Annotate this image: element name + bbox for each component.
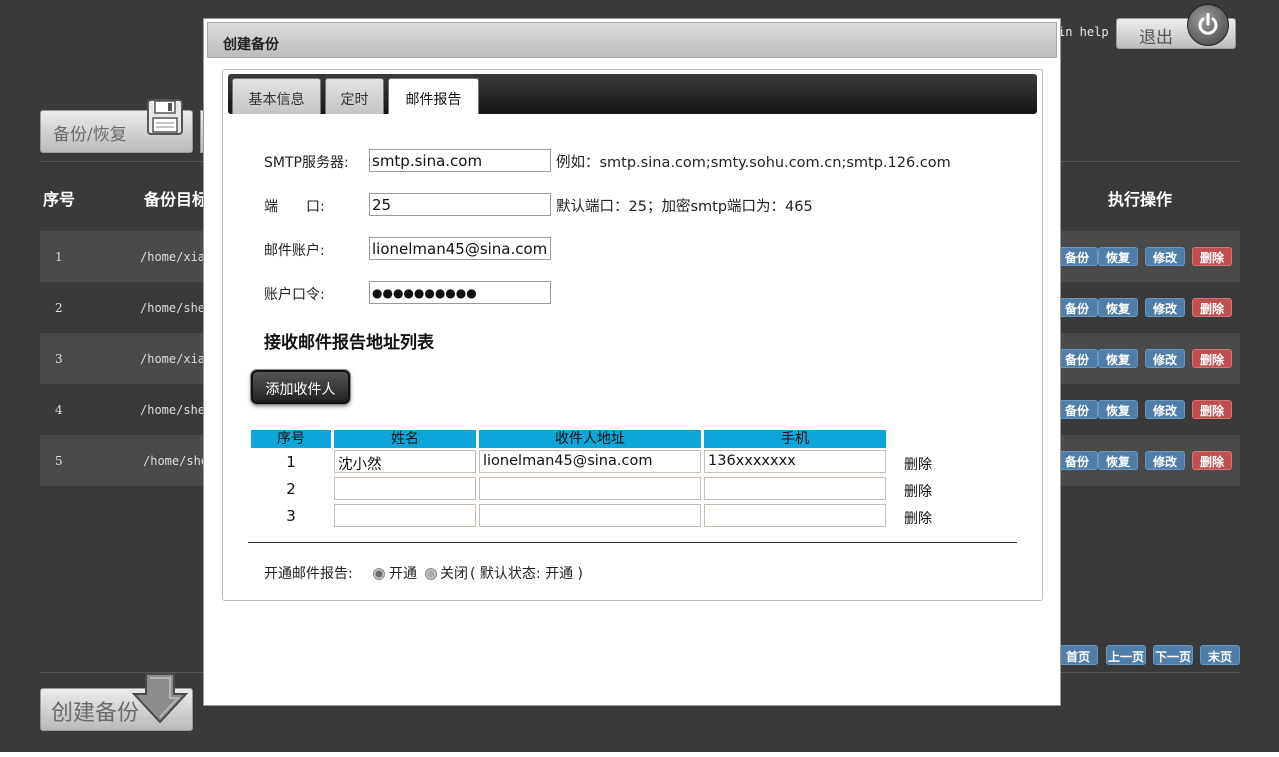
restore-action-button[interactable]: 恢复 (1098, 451, 1138, 470)
recipient-row-index: 1 (286, 453, 296, 471)
edit-action-button[interactable]: 修改 (1145, 400, 1185, 419)
enable-report-off-radio[interactable] (425, 568, 437, 580)
backup-action-button[interactable]: 备份 (1056, 298, 1098, 317)
port-hint: 默认端口：25；加密smtp端口为：465 (556, 199, 813, 215)
down-arrow-icon (130, 672, 190, 724)
edit-action-button[interactable]: 修改 (1145, 451, 1185, 470)
recipient-phone-input[interactable]: 136xxxxxxx (704, 450, 886, 473)
add-recipient-button[interactable]: 添加收件人 (251, 370, 350, 404)
dialog-header[interactable]: 创建备份 (207, 22, 1057, 58)
delete-action-button[interactable]: 删除 (1192, 349, 1232, 368)
power-icon[interactable] (1187, 4, 1229, 46)
backup-action-button[interactable]: 备份 (1056, 400, 1098, 419)
restore-action-button[interactable]: 恢复 (1098, 247, 1138, 266)
floppy-disk-icon (147, 99, 183, 135)
recipient-name-input[interactable] (334, 504, 476, 527)
recipient-name-input[interactable]: 沈小然 (334, 450, 476, 473)
default-state-note: ( 默认状态: 开通 ) (470, 566, 583, 582)
dialog-title: 创建备份 (223, 37, 279, 53)
password-label: 账户口令: (264, 287, 325, 303)
recipient-delete-link[interactable]: 删除 (904, 481, 932, 501)
recipient-delete-link[interactable]: 删除 (904, 508, 932, 528)
row-index: 2 (55, 301, 63, 315)
recipients-header-index: 序号 (251, 430, 331, 448)
backup-action-button[interactable]: 备份 (1056, 451, 1098, 470)
recipients-header-phone: 手机 (704, 430, 886, 448)
recipient-row-index: 3 (286, 507, 296, 525)
create-backup-dialog: 创建备份 基本信息 定时 邮件报告 SMTP服务器: smtp.sina.com… (203, 18, 1061, 706)
column-header-actions: 执行操作 (1108, 190, 1173, 209)
delete-action-button[interactable]: 删除 (1192, 400, 1232, 419)
recipient-address-input[interactable] (479, 504, 701, 527)
smtp-label: SMTP服务器: (264, 155, 349, 171)
enable-report-off-label[interactable]: 关闭 (440, 563, 468, 583)
row-path: /home/she (143, 454, 209, 468)
row-index: 1 (55, 250, 63, 264)
delete-action-button[interactable]: 删除 (1192, 298, 1232, 317)
last-page-button[interactable]: 末页 (1200, 645, 1240, 665)
smtp-server-input[interactable]: smtp.sina.com (369, 149, 551, 172)
enable-report-label: 开通邮件报告: (264, 566, 353, 582)
email-account-input[interactable]: lionelman45@sina.com (369, 237, 551, 260)
row-path: /home/she (140, 301, 206, 315)
recipient-phone-input[interactable] (704, 504, 886, 527)
prev-page-button[interactable]: 上一页 (1106, 645, 1146, 665)
restore-action-button[interactable]: 恢复 (1098, 400, 1138, 419)
section-divider (248, 542, 1017, 543)
row-path: /home/xia (140, 352, 206, 366)
row-path: /home/she (140, 403, 206, 417)
password-input[interactable]: ●●●●●●●●●● (369, 281, 551, 304)
delete-action-button[interactable]: 删除 (1192, 451, 1232, 470)
port-label: 端 口: (264, 199, 325, 215)
recipient-delete-link[interactable]: 删除 (904, 454, 932, 474)
recipient-phone-input[interactable] (704, 477, 886, 500)
recipient-row-index: 2 (286, 480, 296, 498)
help-link[interactable]: in help (1058, 25, 1109, 39)
recipient-name-input[interactable] (334, 477, 476, 500)
recipients-header-address: 收件人地址 (479, 430, 701, 448)
tab-schedule[interactable]: 定时 (325, 78, 384, 114)
first-page-button[interactable]: 首页 (1058, 645, 1098, 665)
dialog-panel: 基本信息 定时 邮件报告 SMTP服务器: smtp.sina.com 例如：s… (222, 69, 1043, 601)
row-index: 5 (55, 454, 63, 468)
tab-bar: 基本信息 定时 邮件报告 (228, 74, 1037, 114)
enable-report-on-radio[interactable] (373, 568, 385, 580)
recipient-address-input[interactable] (479, 477, 701, 500)
tab-basic-info[interactable]: 基本信息 (232, 78, 321, 114)
edit-action-button[interactable]: 修改 (1145, 298, 1185, 317)
restore-action-button[interactable]: 恢复 (1098, 298, 1138, 317)
tab-email-report[interactable]: 邮件报告 (388, 78, 479, 114)
delete-action-button[interactable]: 删除 (1192, 247, 1232, 266)
next-page-button[interactable]: 下一页 (1153, 645, 1193, 665)
account-label: 邮件账户: (264, 243, 325, 259)
column-header-index: 序号 (43, 190, 76, 209)
edit-action-button[interactable]: 修改 (1145, 349, 1185, 368)
bottom-strip (0, 752, 1279, 757)
backup-action-button[interactable]: 备份 (1056, 349, 1098, 368)
smtp-hint: 例如：smtp.sina.com;smty.sohu.com.cn;smtp.1… (556, 155, 951, 171)
row-path: /home/xia (140, 250, 206, 264)
restore-action-button[interactable]: 恢复 (1098, 349, 1138, 368)
backup-action-button[interactable]: 备份 (1056, 247, 1098, 266)
enable-report-on-label[interactable]: 开通 (389, 563, 417, 583)
port-input[interactable]: 25 (369, 193, 551, 216)
row-index: 4 (55, 403, 63, 417)
edit-action-button[interactable]: 修改 (1145, 247, 1185, 266)
recipients-section-title: 接收邮件报告地址列表 (264, 333, 434, 353)
row-index: 3 (55, 352, 63, 366)
recipient-address-input[interactable]: lionelman45@sina.com (479, 450, 701, 473)
column-header-target: 备份目标 (144, 190, 209, 209)
recipients-header-name: 姓名 (334, 430, 476, 448)
